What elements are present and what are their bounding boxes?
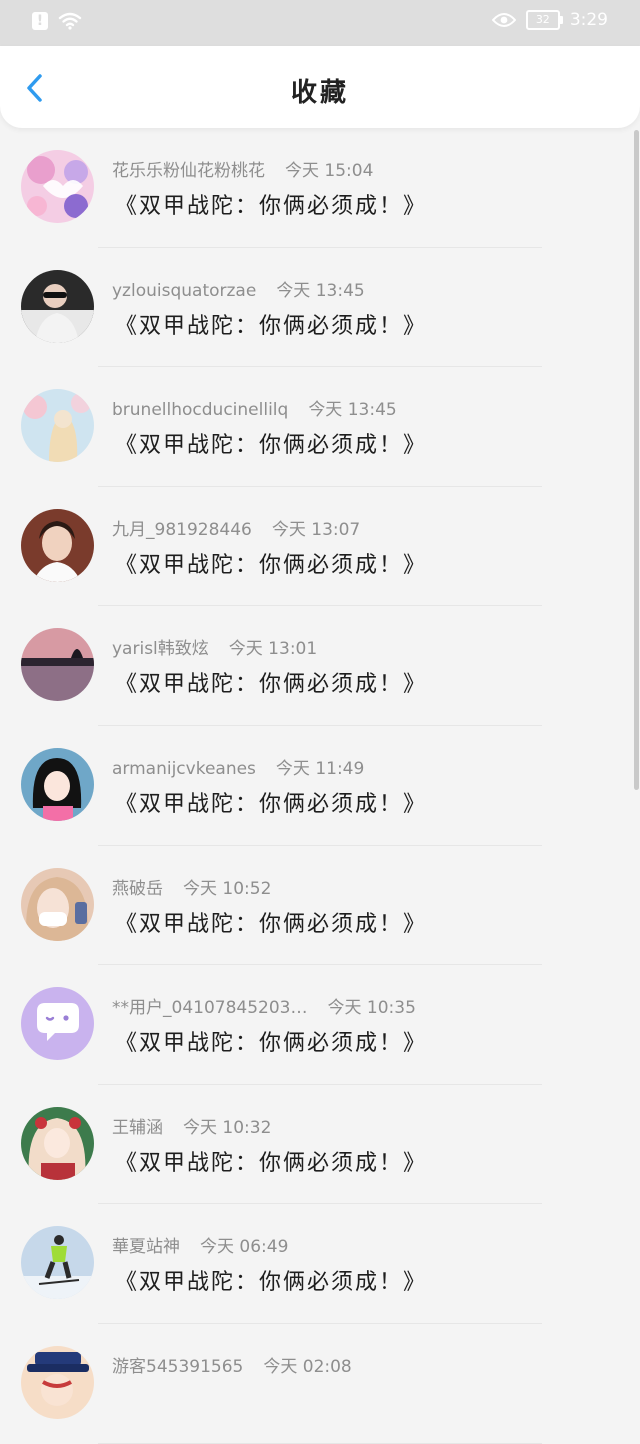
timestamp: 今天 10:35 (327, 998, 416, 1019)
post-title[interactable]: 《双甲战陀：你俩必须成！》 (115, 308, 427, 340)
username[interactable]: **用户_04107845203… (112, 998, 307, 1018)
username[interactable]: 華夏站神 (112, 1237, 180, 1257)
hat-avatar[interactable] (21, 1345, 94, 1419)
clock: 3:29 (569, 10, 608, 30)
username[interactable]: 花乐乐粉仙花粉桃花 (112, 161, 265, 181)
scrollbar[interactable] (634, 130, 639, 790)
list-item[interactable]: 王辅涵 今天 10:32 《双甲战陀：你俩必须成！》 (0, 1085, 632, 1205)
timestamp: 今天 10:32 (183, 1117, 272, 1138)
list-item[interactable]: 燕破岳 今天 10:52 《双甲战陀：你俩必须成！》 (0, 846, 632, 966)
post-title[interactable]: 《双甲战陀：你俩必须成！》 (115, 1025, 427, 1057)
username[interactable]: armanijcvkeanes (112, 759, 256, 779)
username[interactable]: 九月_981928446 (112, 520, 252, 540)
username[interactable]: yzlouisquatorzae (112, 281, 256, 301)
post-title[interactable]: 《双甲战陀：你俩必须成！》 (115, 427, 427, 459)
post-title[interactable]: 《双甲战陀：你俩必须成！》 (115, 547, 427, 579)
battery-icon: 32 (525, 10, 563, 30)
post-title[interactable]: 《双甲战陀：你俩必须成！》 (115, 786, 427, 818)
timestamp: 今天 13:45 (276, 280, 365, 301)
post-title[interactable]: 《双甲战陀：你俩必须成！》 (115, 1264, 427, 1296)
post-title[interactable]: 《双甲战陀：你俩必须成！》 (115, 666, 427, 698)
timestamp: 今天 06:49 (200, 1237, 289, 1258)
timestamp: 今天 02:08 (263, 1356, 352, 1377)
post-title[interactable]: 《双甲战陀：你俩必须成！》 (115, 1145, 427, 1177)
username[interactable]: 游客545391565 (112, 1357, 243, 1377)
list-item[interactable]: 九月_981928446 今天 13:07 《双甲战陀：你俩必须成！》 (0, 487, 632, 607)
timestamp: 今天 11:49 (275, 758, 365, 779)
timestamp: 今天 13:07 (271, 519, 361, 540)
username[interactable]: yarisl韩致炫 (112, 639, 209, 659)
timestamp: 今天 10:52 (183, 878, 272, 899)
pink-collage-avatar[interactable] (21, 150, 94, 223)
username[interactable]: 燕破岳 (112, 879, 163, 899)
masked-girl-avatar[interactable] (21, 867, 94, 941)
skier-avatar[interactable] (21, 1226, 94, 1300)
list-item[interactable]: 花乐乐粉仙花粉桃花 今天 15:04 《双甲战陀：你俩必须成！》 (0, 128, 632, 248)
header: 收藏 (0, 46, 640, 128)
chat-bubble-avatar[interactable] (21, 987, 94, 1061)
anime-girl-avatar[interactable] (21, 1106, 94, 1180)
list-item[interactable]: armanijcvkeanes 今天 11:49 《双甲战陀：你俩必须成！》 (0, 726, 632, 846)
eye-icon (491, 13, 516, 27)
favorites-list: 花乐乐粉仙花粉桃花 今天 15:04 《双甲战陀：你俩必须成！》 yzlouisq… (0, 128, 632, 1444)
status-bar: ! 32 3:29 (0, 0, 640, 46)
blossom-girl-avatar[interactable] (21, 389, 94, 463)
timestamp: 今天 13:45 (308, 400, 397, 421)
post-title[interactable]: 《双甲战陀：你俩必须成！》 (115, 188, 427, 220)
battery-level: 32 (535, 13, 550, 26)
list-item[interactable]: **用户_04107845203… 今天 10:35 《双甲战陀：你俩必须成！》 (0, 965, 632, 1085)
list-item[interactable]: yzlouisquatorzae 今天 13:45 《双甲战陀：你俩必须成！》 (0, 248, 632, 368)
timestamp: 今天 15:04 (285, 161, 374, 181)
list-item[interactable]: brunellhocducinellilq 今天 13:45 《双甲战陀：你俩必须… (0, 367, 632, 487)
timestamp: 今天 13:01 (228, 639, 318, 660)
list-item[interactable]: 華夏站神 今天 06:49 《双甲战陀：你俩必须成！》 (0, 1204, 632, 1324)
sunset-lake-avatar[interactable] (21, 628, 94, 702)
wifi-icon (58, 12, 82, 30)
post-title[interactable]: 《双甲战陀：你俩必须成！》 (115, 906, 427, 938)
young-person-avatar[interactable] (21, 508, 94, 582)
list-item[interactable]: yarisl韩致炫 今天 13:01 《双甲战陀：你俩必须成！》 (0, 606, 632, 726)
page-title: 收藏 (290, 78, 349, 108)
list-item[interactable]: 游客545391565 今天 02:08 (0, 1324, 632, 1444)
username[interactable]: brunellhocducinellilq (112, 400, 288, 420)
person-sunglasses-avatar[interactable] (21, 269, 94, 343)
alert-icon: ! (32, 12, 48, 30)
cartoon-girl-avatar[interactable] (21, 747, 94, 821)
username[interactable]: 王辅涵 (112, 1118, 163, 1138)
